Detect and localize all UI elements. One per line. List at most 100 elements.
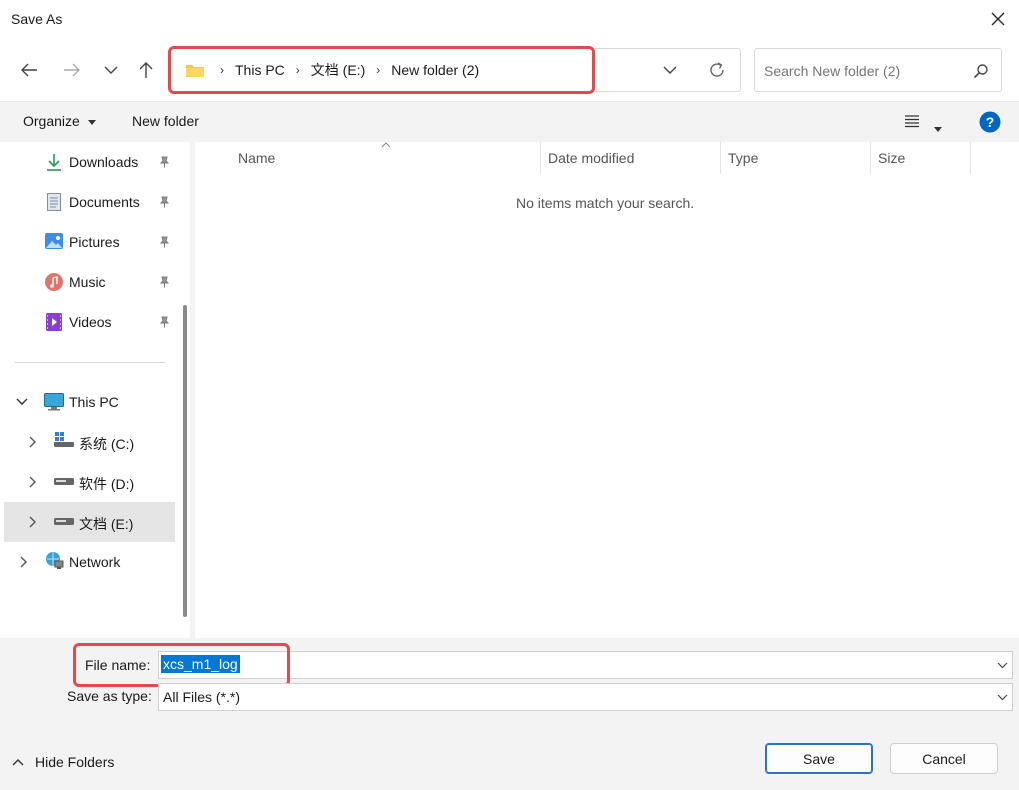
sidebar-item-documents[interactable]: Documents [0, 182, 175, 222]
chevron-down-icon[interactable] [997, 662, 1008, 669]
new-folder-button[interactable]: New folder [132, 113, 199, 129]
sidebar-item-label: Music [69, 274, 106, 290]
pictures-icon [45, 233, 63, 249]
sidebar-item-label: 软件 (D:) [79, 476, 135, 492]
column-header-type[interactable]: Type [728, 150, 758, 166]
file-name-combobox[interactable]: xcs_m1_log [158, 651, 1013, 679]
sidebar-item-label: 文档 (E:) [79, 516, 134, 532]
column-separator[interactable] [870, 142, 871, 174]
search-input[interactable] [764, 60, 964, 82]
sidebar-scrollbar[interactable] [183, 305, 187, 617]
refresh-button[interactable] [702, 55, 732, 85]
sidebar-item-label: Videos [69, 314, 112, 330]
empty-state-message: No items match your search. [516, 195, 695, 211]
arrow-right-icon [64, 63, 80, 77]
sidebar-item-downloads[interactable]: Downloads [0, 142, 175, 182]
breadcrumb-drive-e[interactable]: 文档 (E:) [311, 60, 365, 80]
recent-locations-button[interactable] [96, 55, 126, 85]
back-button[interactable] [14, 55, 44, 85]
sidebar-item-this-pc[interactable]: This PC [0, 382, 175, 422]
computer-icon [44, 393, 64, 411]
sidebar-item-music[interactable]: Music [0, 262, 175, 302]
chevron-right-icon[interactable] [29, 476, 37, 488]
pin-icon[interactable] [158, 236, 170, 248]
pin-icon[interactable] [158, 276, 170, 288]
title-bar [0, 0, 1019, 38]
pin-icon[interactable] [158, 156, 170, 168]
chevron-right-icon[interactable] [29, 516, 37, 528]
network-icon [46, 552, 64, 569]
sidebar-item-label: Pictures [69, 234, 120, 250]
caret-down-icon [934, 127, 942, 132]
arrow-up-icon [139, 62, 153, 78]
chevron-down-icon [104, 66, 118, 74]
organize-menu[interactable]: Organize [23, 113, 96, 129]
breadcrumb-this-pc[interactable]: This PC [235, 62, 285, 78]
column-header-name[interactable]: Name [238, 150, 275, 166]
refresh-icon [710, 62, 724, 77]
column-separator[interactable] [970, 142, 971, 174]
column-header-size[interactable]: Size [878, 150, 905, 166]
document-icon [47, 193, 61, 211]
help-button[interactable]: ? [979, 111, 1001, 136]
forward-button[interactable] [57, 55, 87, 85]
view-options-button[interactable] [904, 114, 920, 131]
videos-icon [46, 313, 62, 331]
sidebar-item-drive-e[interactable]: 文档 (E:) [4, 502, 175, 542]
svg-text:?: ? [986, 114, 995, 130]
chevron-down-icon[interactable] [997, 694, 1008, 701]
file-name-input[interactable]: xcs_m1_log [161, 655, 240, 673]
system-drive-icon [54, 432, 74, 447]
list-view-icon [905, 115, 919, 128]
column-header-date-modified[interactable]: Date modified [548, 150, 634, 166]
breadcrumb-separator: › [376, 63, 381, 77]
chevron-right-icon[interactable] [29, 436, 37, 448]
up-button[interactable] [131, 55, 161, 85]
pin-icon[interactable] [158, 196, 170, 208]
save-as-type-value: All Files (*.*) [163, 689, 241, 705]
hide-folders-label: Hide Folders [35, 754, 115, 770]
sidebar-item-label: 系统 (C:) [79, 436, 135, 452]
sidebar-item-label: Network [69, 554, 121, 570]
file-name-label: File name: [85, 657, 151, 673]
file-list [195, 142, 1019, 638]
cancel-button[interactable]: Cancel [890, 743, 998, 774]
sort-ascending-icon [381, 142, 391, 148]
chevron-down-icon[interactable] [16, 398, 28, 406]
help-icon: ? [979, 111, 1001, 133]
chevron-down-icon [663, 66, 677, 74]
save-as-type-label: Save as type: [67, 688, 152, 704]
pin-icon[interactable] [158, 316, 170, 328]
caret-down-icon [87, 119, 96, 125]
sidebar-item-drive-c[interactable]: 系统 (C:) [0, 422, 175, 462]
hide-folders-toggle[interactable]: Hide Folders [12, 754, 114, 770]
search-box[interactable] [754, 48, 1002, 92]
sidebar-item-drive-d[interactable]: 软件 (D:) [0, 462, 175, 502]
organize-label: Organize [23, 113, 80, 129]
download-icon [47, 154, 61, 171]
drive-icon [54, 518, 74, 525]
save-button[interactable]: Save [765, 743, 873, 774]
sidebar-item-pictures[interactable]: Pictures [0, 222, 175, 262]
search-icon[interactable] [973, 63, 989, 79]
address-history-dropdown[interactable] [655, 55, 685, 85]
sidebar-item-videos[interactable]: Videos [0, 302, 175, 342]
music-icon [45, 273, 63, 291]
save-as-type-select[interactable]: All Files (*.*) [158, 683, 1013, 711]
chevron-right-icon[interactable] [20, 556, 28, 568]
view-options-dropdown[interactable] [934, 119, 942, 135]
close-icon [991, 12, 1005, 26]
folder-icon [186, 65, 204, 77]
breadcrumb-separator: › [295, 63, 300, 77]
breadcrumb-current-folder[interactable]: New folder (2) [391, 62, 479, 78]
sidebar-item-label: This PC [69, 394, 119, 410]
chevron-up-icon [12, 759, 24, 766]
breadcrumb-separator: › [220, 63, 224, 77]
arrow-left-icon [21, 63, 37, 77]
close-button[interactable] [985, 6, 1011, 32]
sidebar-item-network[interactable]: Network [0, 542, 175, 582]
sidebar-item-label: Documents [69, 194, 140, 210]
window-title: Save As [11, 11, 63, 27]
column-separator[interactable] [720, 142, 721, 174]
column-separator[interactable] [540, 142, 541, 174]
